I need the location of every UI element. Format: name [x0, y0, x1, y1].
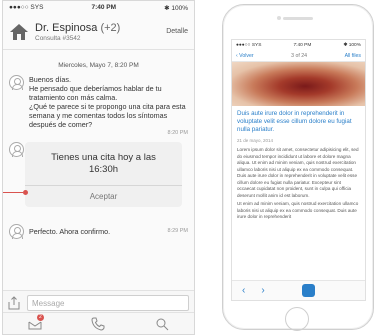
status-time: 7:40 PM: [293, 42, 312, 48]
battery-status: ✱ 100%: [164, 4, 188, 12]
message-input[interactable]: Message: [27, 294, 189, 311]
status-time: 7:40 PM: [91, 4, 117, 11]
battery-status: ✱ 100%: [343, 42, 361, 48]
tab-search[interactable]: [155, 317, 169, 331]
speaker-grille: [283, 17, 313, 20]
article-toolbar: ‹ ›: [232, 280, 365, 300]
chat-screen: ●●●○○ SYS 7:40 PM ✱ 100% Dr. Espinosa (+…: [2, 0, 195, 335]
patient-avatar-icon: [9, 224, 24, 239]
date-separator: Miercoles, Mayo 7, 8:20 PM: [58, 62, 139, 69]
appointment-time: 16:30h: [88, 164, 119, 175]
home-icon[interactable]: [9, 23, 29, 41]
participants-count: (+2): [100, 21, 121, 34]
article-paragraph: Ut enim ad minim veniam, quis nostrud ex…: [237, 201, 359, 219]
canvas: ●●●○○ SYS 7:40 PM ✱ 100% Dr. Espinosa (+…: [0, 0, 384, 335]
message-time: 8:29 PM: [167, 228, 188, 234]
pointer-line: [3, 192, 23, 193]
tab-messages[interactable]: 2: [28, 313, 44, 331]
next-arrow-icon[interactable]: ›: [261, 285, 264, 296]
iphone-mockup: ●●●○○ SYS 7:40 PM ✱ 100% ‹ Volver 3 of 2…: [222, 4, 374, 331]
appointment-card: Tienes una cita hoy a las 16:30h Aceptar: [25, 142, 182, 207]
bookmark-icon[interactable]: [302, 284, 315, 297]
message-text: Buenos días. He pensado que deberíamos h…: [29, 75, 186, 129]
pointer-dot: [23, 190, 28, 195]
message-patient: Perfecto. Ahora confirmo. 8:29 PM: [3, 224, 194, 239]
message-composer: Message: [3, 290, 194, 314]
doctor-name-text: Dr. Espinosa: [35, 21, 98, 34]
detail-link[interactable]: Detalle: [166, 28, 188, 35]
status-bar: ●●●○○ SYS 7:40 PM ✱ 100%: [232, 40, 365, 50]
doctor-info: Dr. Espinosa (+2) Consulta #3542: [35, 22, 166, 42]
tab-calls[interactable]: [91, 317, 105, 331]
wound-photo: [232, 62, 365, 106]
share-icon[interactable]: [8, 295, 20, 310]
carrier-signal: ●●●○○ SYS: [9, 4, 44, 11]
previous-arrow-icon[interactable]: ‹: [242, 285, 245, 296]
message-time: 8:20 PM: [167, 130, 188, 136]
appointment-text: Tienes una cita hoy a las 16:30h: [25, 142, 182, 176]
doctor-avatar-icon: [9, 75, 24, 90]
front-camera: [277, 16, 281, 20]
carrier-signal: ●●●○○ SYS: [236, 42, 262, 48]
doctor-avatar-icon: [9, 142, 24, 157]
chat-header: Dr. Espinosa (+2) Consulta #3542 Detalle: [3, 14, 194, 50]
search-icon: [156, 318, 169, 330]
message-body: Perfecto. Ahora confirmo. 8:29 PM: [29, 224, 188, 239]
tab-bar: 2: [3, 312, 194, 334]
article-counter: 3 of 24: [291, 52, 308, 59]
all-files-link[interactable]: All files: [345, 53, 361, 59]
message-text: Perfecto. Ahora confirmo.: [29, 227, 111, 236]
article-date: 21 de mayo, 2014: [237, 138, 274, 143]
article-screen: ●●●○○ SYS 7:40 PM ✱ 100% ‹ Volver 3 of 2…: [231, 39, 366, 301]
article-nav: ‹ Volver 3 of 24 All files: [232, 50, 365, 62]
doctor-name: Dr. Espinosa (+2): [35, 22, 166, 34]
message-doctor: Buenos días. He pensado que deberíamos h…: [3, 75, 194, 138]
phone-icon: [91, 317, 105, 331]
accept-button[interactable]: Aceptar: [25, 185, 182, 207]
home-button[interactable]: [285, 307, 309, 331]
appointment-line1: Tienes una cita hoy a las: [51, 152, 156, 163]
article-title: Duis aute irure dolor in reprehenderit i…: [237, 110, 352, 133]
back-link[interactable]: ‹ Volver: [236, 53, 254, 59]
notification-badge: 2: [36, 313, 44, 321]
status-bar: ●●●○○ SYS 7:40 PM ✱ 100%: [3, 1, 194, 14]
consult-number: Consulta #3542: [35, 34, 81, 42]
message-body: Buenos días. He pensado que deberíamos h…: [29, 75, 188, 138]
article-paragraph: Lorem ipsum dolor sit amet, consectetur …: [237, 147, 359, 198]
